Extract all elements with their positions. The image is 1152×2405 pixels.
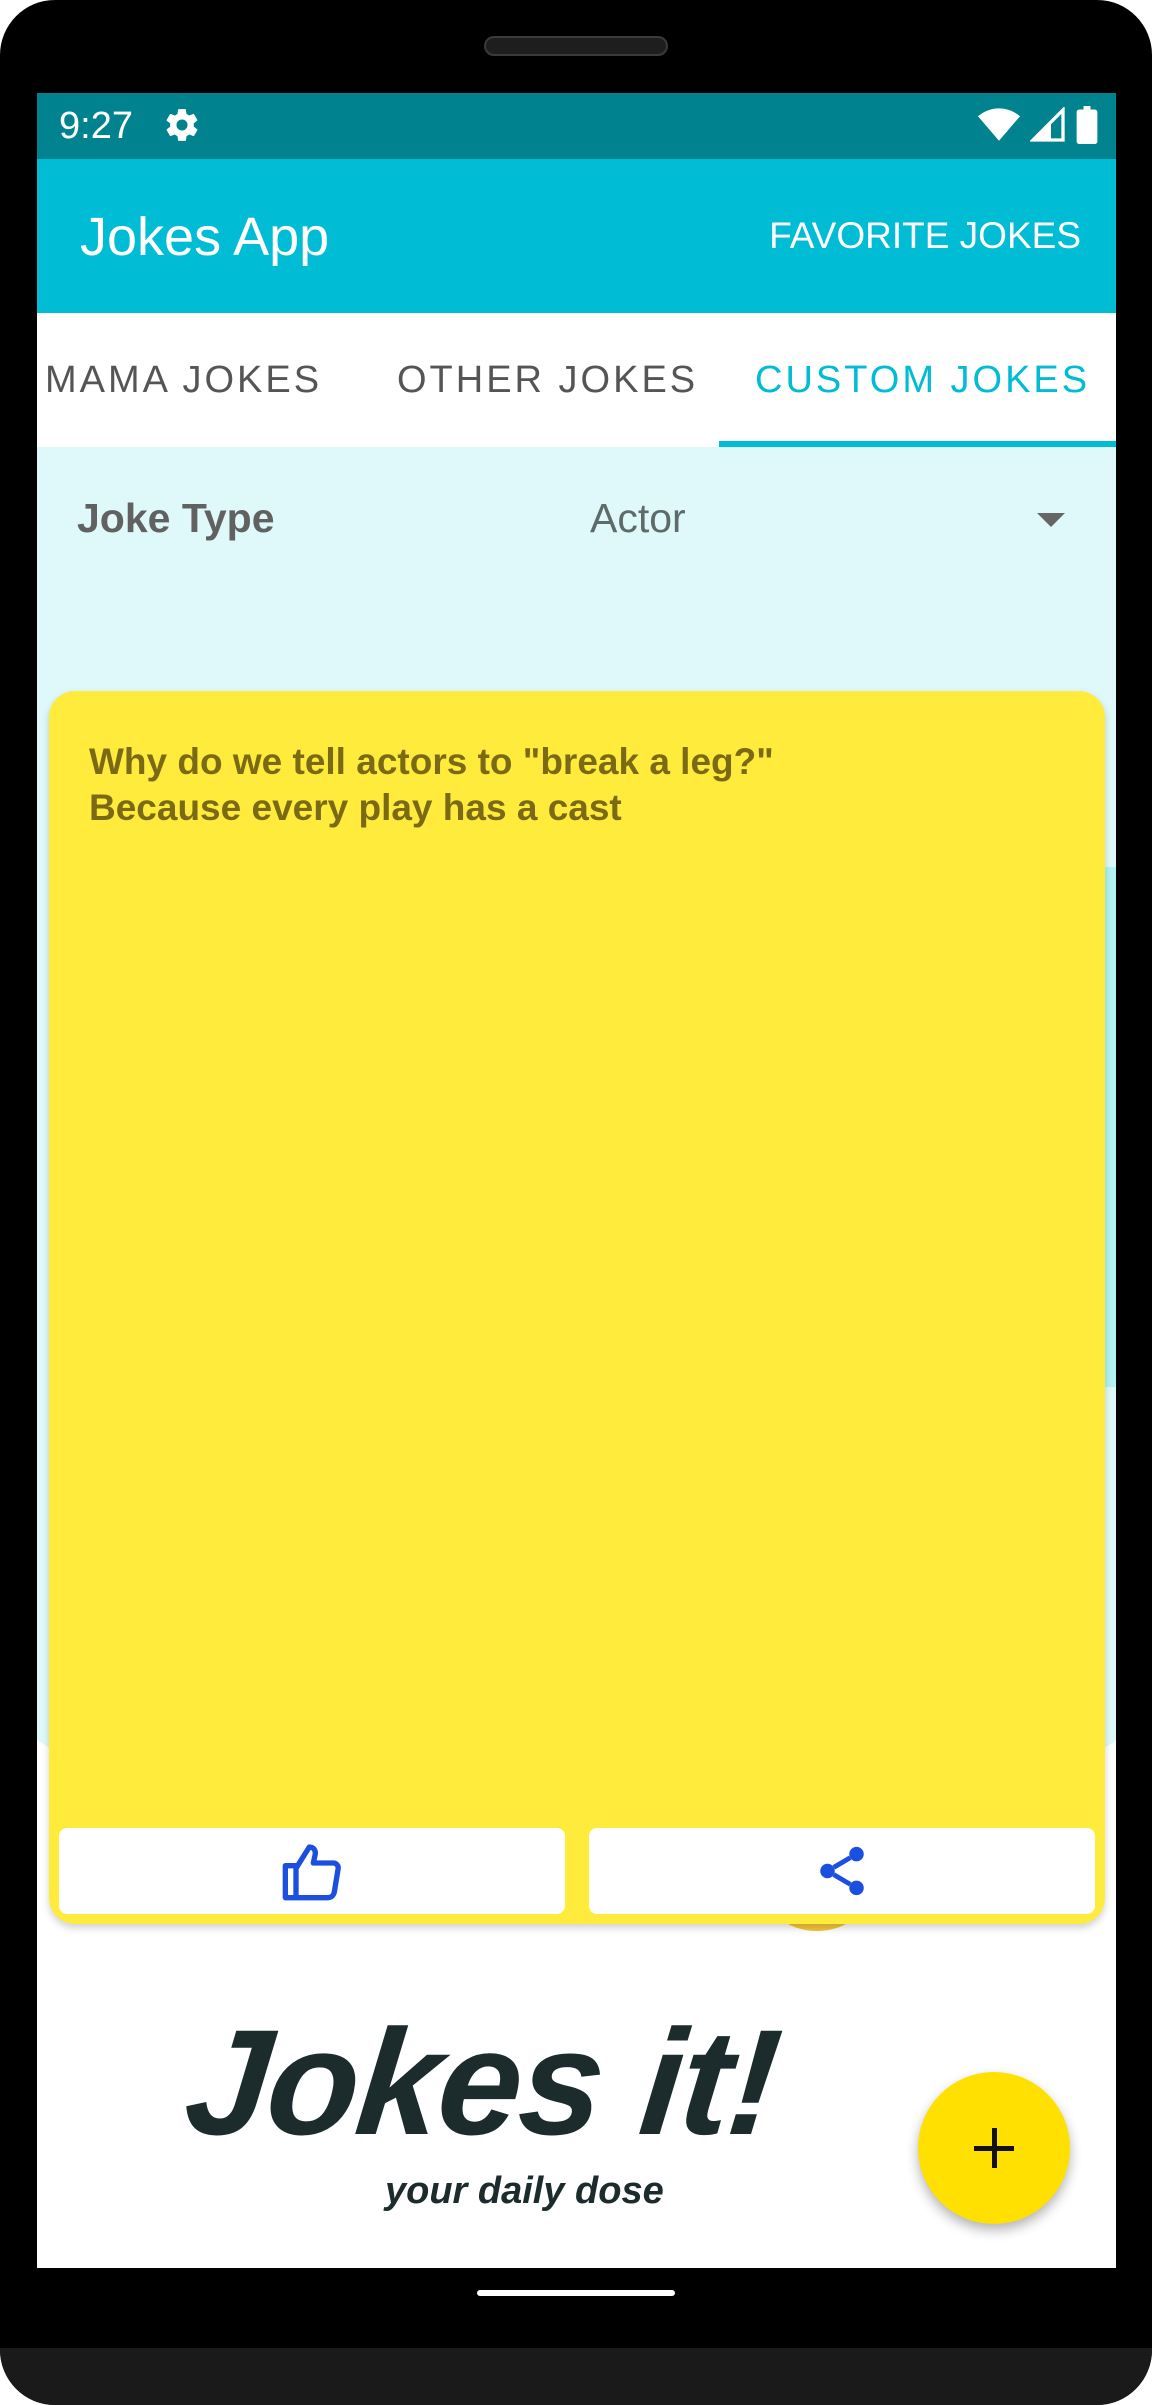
gesture-nav-handle[interactable]	[477, 2290, 675, 2296]
system-icons	[978, 105, 1098, 145]
thumbs-up-icon	[282, 1844, 341, 1901]
content-area: Joke Type Actor Why do we tell actors to…	[37, 447, 1116, 2268]
app-bar: Jokes App FAVORITE JOKES	[37, 159, 1116, 313]
tab-other-jokes[interactable]: OTHER JOKES	[397, 357, 698, 403]
status-bar: 9:27	[37, 93, 1116, 159]
joke-text: Why do we tell actors to "break a leg?" …	[89, 741, 774, 828]
tab-bar: MAMA JOKES OTHER JOKES CUSTOM JOKES	[37, 313, 1116, 448]
favorite-jokes-button[interactable]: FAVORITE JOKES	[769, 213, 1081, 259]
status-time: 9:27	[59, 105, 133, 147]
joke-type-select[interactable]: Actor	[590, 493, 686, 543]
joke-card: Why do we tell actors to "break a leg?" …	[49, 691, 1105, 1924]
share-icon	[820, 1846, 864, 1896]
wifi-icon	[978, 108, 1020, 141]
phone-frame: 9:27 Jokes App FAVORITE JOKES MAMA JOKES…	[0, 0, 1152, 2405]
app-title: Jokes App	[80, 207, 330, 267]
bottom-bezel	[0, 2348, 1152, 2405]
tab-custom-jokes[interactable]: CUSTOM JOKES	[755, 357, 1090, 403]
logo-title: Jokes it!	[178, 1998, 787, 2166]
dropdown-arrow-icon[interactable]	[1037, 513, 1065, 527]
screen: 9:27 Jokes App FAVORITE JOKES MAMA JOKES…	[37, 93, 1116, 2268]
gear-icon	[166, 109, 198, 141]
cellular-signal-icon	[1030, 107, 1065, 142]
joke-type-label: Joke Type	[77, 495, 275, 541]
speaker-grille	[484, 36, 668, 56]
like-button[interactable]	[59, 1828, 565, 1914]
logo-tagline: your daily dose	[385, 2170, 664, 2212]
tab-mama-jokes[interactable]: MAMA JOKES	[45, 357, 322, 403]
share-button[interactable]	[589, 1828, 1095, 1914]
add-joke-button[interactable]	[918, 2072, 1070, 2224]
battery-icon	[1076, 106, 1098, 144]
